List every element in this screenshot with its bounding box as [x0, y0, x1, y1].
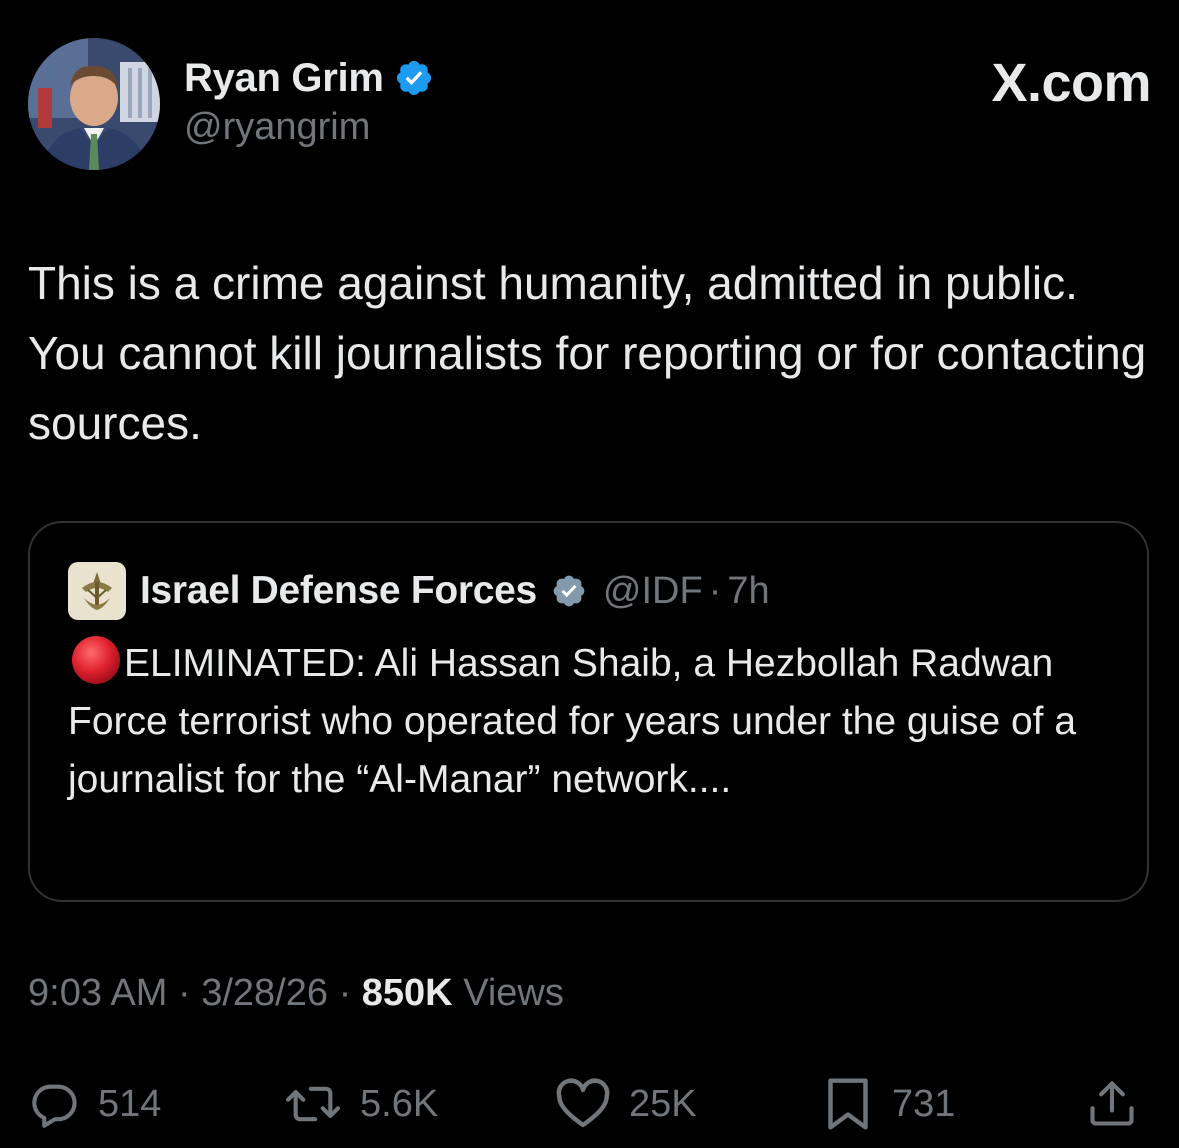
- quoted-author-name[interactable]: Israel Defense Forces: [140, 569, 537, 613]
- quoted-time[interactable]: 7h: [727, 570, 769, 613]
- verified-badge-icon: [396, 60, 431, 96]
- share-button[interactable]: [1086, 1070, 1138, 1138]
- quoted-author-handle[interactable]: @IDF: [603, 570, 703, 613]
- gray-verified-badge-icon: [553, 575, 585, 607]
- quoted-tweet-card[interactable]: Israel Defense Forces @IDF · 7h ELIMINAT…: [28, 521, 1149, 902]
- heart-icon: [556, 1078, 610, 1128]
- like-button[interactable]: 25K: [555, 1070, 697, 1138]
- bookmark-button[interactable]: 731: [822, 1070, 955, 1138]
- reply-count: 514: [98, 1082, 162, 1125]
- meta-separator-2: ·: [338, 972, 352, 1014]
- x-com-brand: X.com: [991, 53, 1151, 113]
- reply-button[interactable]: 514: [28, 1070, 161, 1138]
- avatar-photo: [28, 38, 160, 170]
- idf-avatar[interactable]: [68, 562, 126, 620]
- meta-separator-1: ·: [177, 972, 191, 1014]
- bookmark-icon: [828, 1078, 868, 1130]
- author-name[interactable]: Ryan Grim: [184, 56, 384, 101]
- quoted-tweet-header: Israel Defense Forces @IDF · 7h: [68, 561, 770, 621]
- like-count: 25K: [629, 1082, 697, 1125]
- author-avatar[interactable]: [28, 38, 160, 170]
- repost-icon: [286, 1086, 340, 1122]
- reply-icon: [32, 1084, 77, 1128]
- repost-count: 5.6K: [360, 1082, 439, 1125]
- share-icon: [1090, 1081, 1134, 1126]
- quoted-tweet-body: ELIMINATED: Ali Hassan Shaib, a Hezbolla…: [68, 635, 1108, 809]
- action-bar: 514 5.6K 25K 731: [28, 1070, 1151, 1138]
- views-label: Views: [463, 972, 564, 1014]
- author-info: Ryan Grim @ryangrim: [184, 54, 434, 149]
- idf-emblem-icon: [82, 572, 112, 610]
- quoted-separator: ·: [708, 569, 722, 612]
- repost-button[interactable]: 5.6K: [284, 1070, 438, 1138]
- red-circle-icon: [72, 636, 120, 684]
- tweet-date[interactable]: 3/28/26: [201, 972, 328, 1014]
- author-name-row: Ryan Grim: [184, 54, 434, 102]
- tweet-text: This is a crime against humanity, admitt…: [28, 257, 1147, 449]
- author-handle[interactable]: @ryangrim: [184, 106, 434, 149]
- tweet-time[interactable]: 9:03 AM: [28, 972, 167, 1014]
- tweet-header: Ryan Grim @ryangrim X.com: [28, 38, 1151, 172]
- views-count: 850K: [361, 972, 453, 1014]
- tweet-meta: 9:03 AM · 3/28/26 · 850K Views: [28, 972, 564, 1015]
- bookmark-count: 731: [892, 1082, 956, 1125]
- quoted-tweet-text: ELIMINATED: Ali Hassan Shaib, a Hezbolla…: [68, 642, 1077, 801]
